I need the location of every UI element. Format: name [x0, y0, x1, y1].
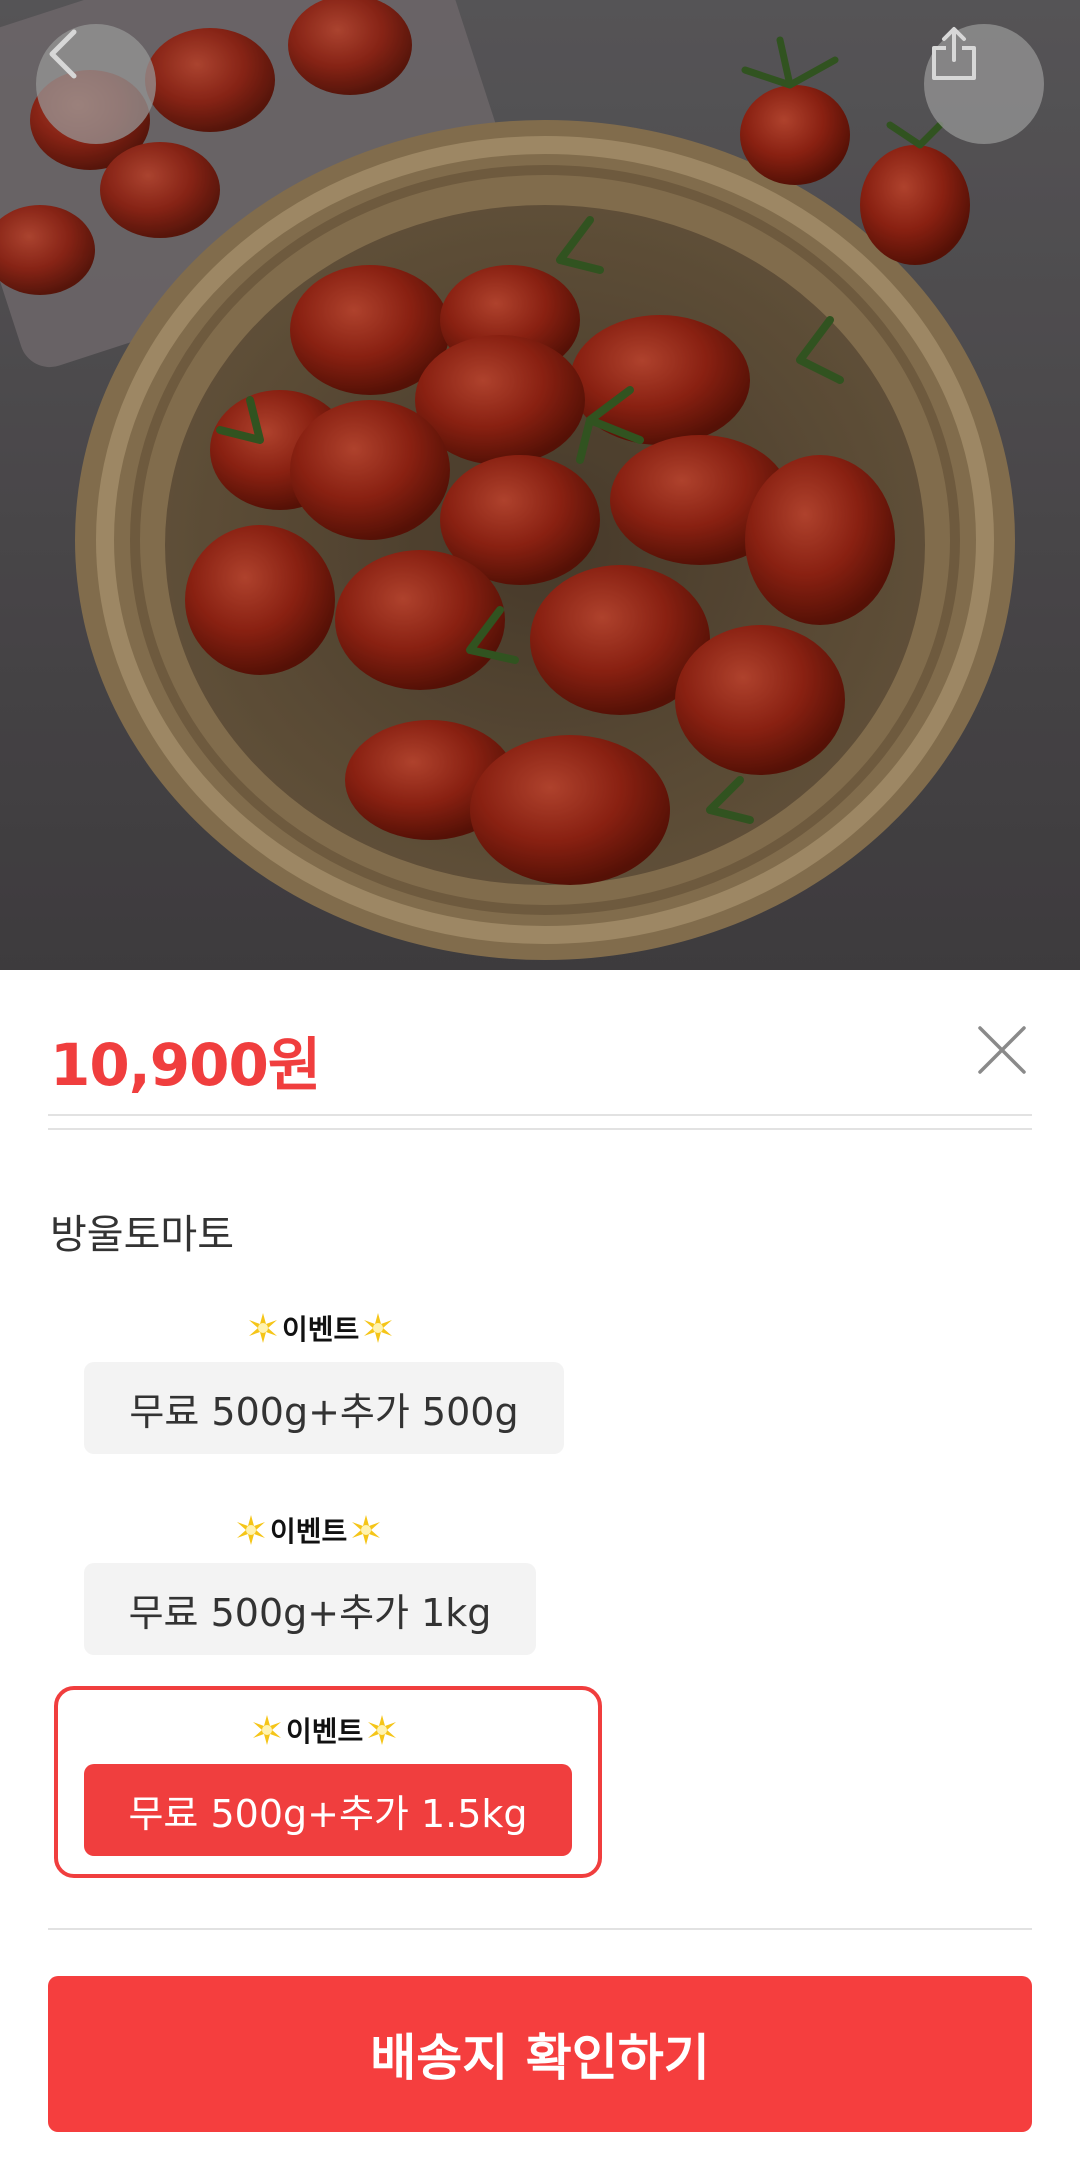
- option-section-label: 방울토마토: [50, 1212, 234, 1258]
- event-tag: 이벤트: [234, 1510, 383, 1550]
- share-button[interactable]: [924, 24, 1044, 144]
- product-option-screen: 10,900원 방울토마토 이벤트 무료 500g+추가 500g 이벤트 무료…: [0, 0, 1080, 2170]
- sparkle-star-icon: [253, 1715, 281, 1745]
- event-tag: 이벤트: [250, 1710, 399, 1750]
- sparkle-star-icon: [237, 1515, 265, 1545]
- product-image: [0, 0, 1080, 970]
- option-bottom-sheet: 10,900원 방울토마토 이벤트 무료 500g+추가 500g 이벤트 무료…: [0, 970, 1080, 2170]
- divider: [48, 1128, 1032, 1130]
- option-button-1kg[interactable]: 무료 500g+추가 1kg: [84, 1563, 536, 1655]
- tomato-basket-illustration: [0, 0, 1080, 970]
- option-button-500g[interactable]: 무료 500g+추가 500g: [84, 1362, 564, 1454]
- product-price: 10,900원: [50, 1031, 321, 1099]
- chevron-left-icon: [49, 29, 77, 79]
- sparkle-star-icon: [352, 1515, 381, 1545]
- divider: [48, 1928, 1032, 1930]
- sparkle-star-icon: [368, 1715, 397, 1745]
- share-icon: [932, 27, 976, 80]
- sparkle-star-icon: [364, 1313, 393, 1343]
- sparkle-star-icon: [249, 1313, 277, 1343]
- back-button[interactable]: [36, 24, 156, 144]
- confirm-delivery-button[interactable]: 배송지 확인하기: [48, 1976, 1032, 2132]
- close-button[interactable]: [972, 1020, 1032, 1080]
- divider: [48, 1114, 1032, 1116]
- event-tag-label: 이벤트: [282, 1313, 360, 1346]
- event-tag-label: 이벤트: [270, 1515, 348, 1548]
- option-button-1-5kg[interactable]: 무료 500g+추가 1.5kg: [84, 1764, 572, 1856]
- event-tag-label: 이벤트: [286, 1715, 364, 1748]
- close-icon: [978, 1026, 1026, 1074]
- event-tag: 이벤트: [246, 1308, 395, 1348]
